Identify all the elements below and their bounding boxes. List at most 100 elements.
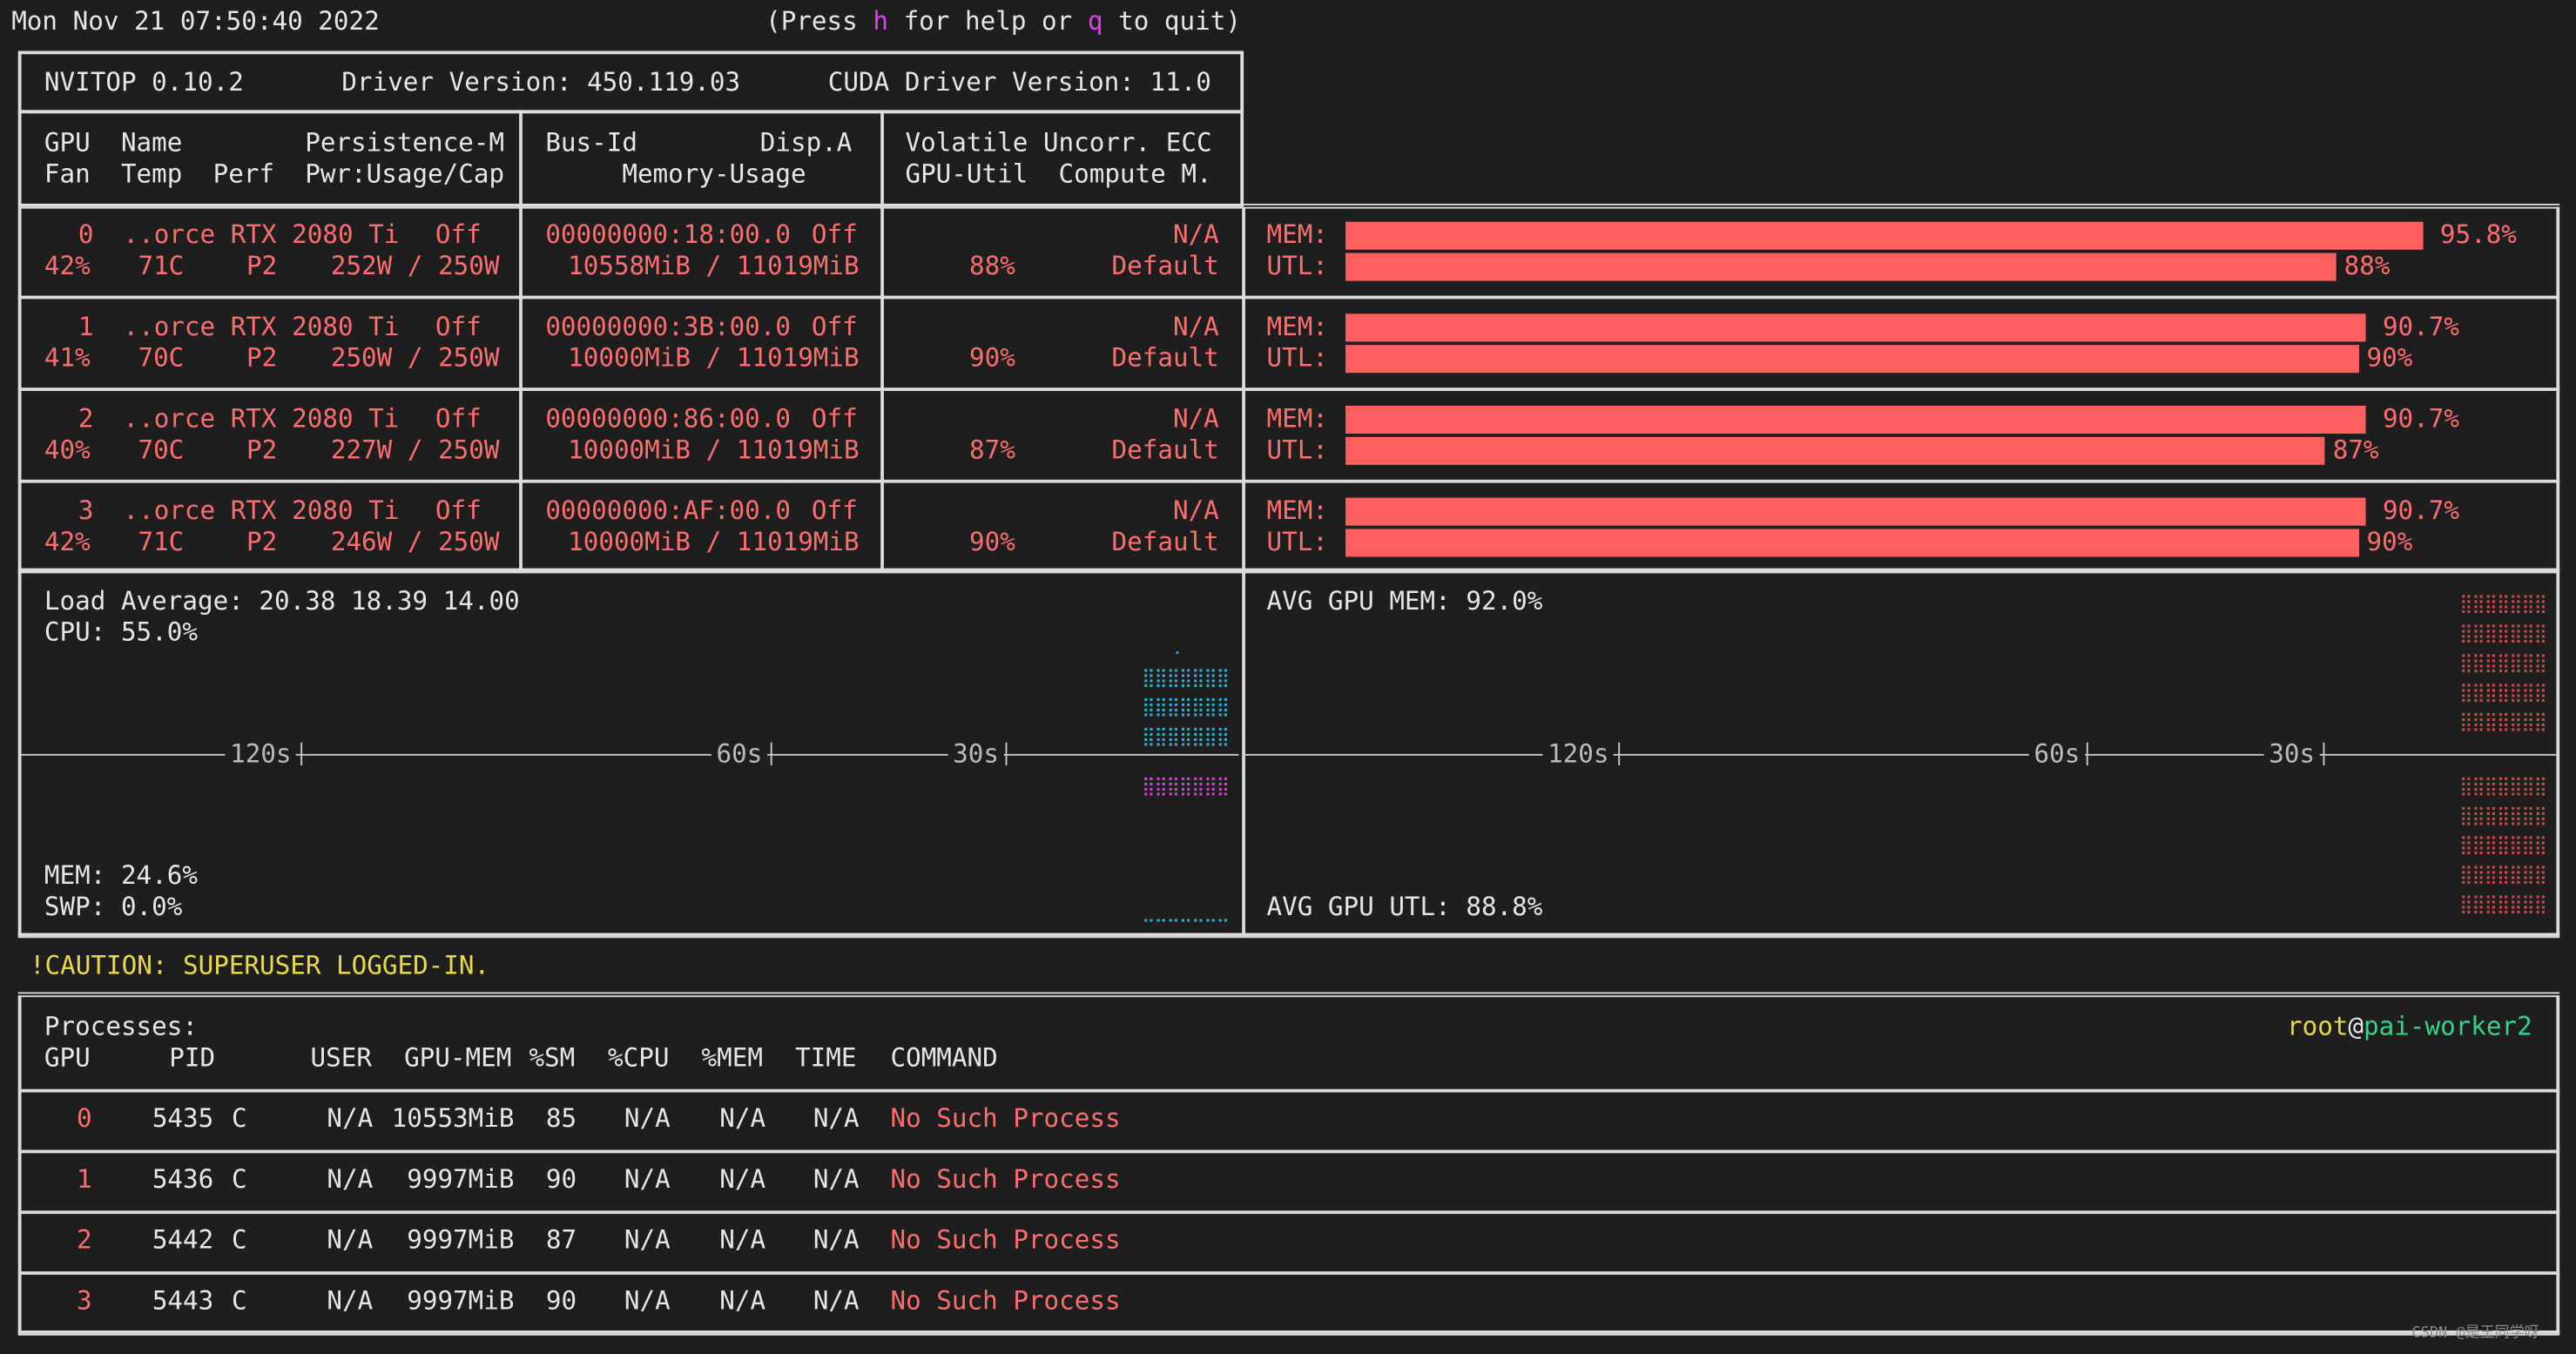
display-active: Off — [811, 404, 858, 434]
col1-header-r1: GPU Name Persistence-M — [44, 128, 505, 158]
utl-bar-label: UTL: — [1266, 434, 1328, 465]
proc-sm: 85 — [545, 1103, 577, 1134]
proc-type: C — [231, 1225, 247, 1256]
proc-mem: N/A — [719, 1164, 766, 1195]
fan-speed: 40% — [44, 434, 91, 465]
proc-gpu-mem: 9997MiB — [407, 1286, 515, 1317]
gpu-name: ..orce RTX 2080 Ti — [123, 312, 400, 342]
gpu-axis-120s: 120s — [1542, 738, 1615, 771]
driver-version: Driver Version: 450.119.03 — [341, 67, 741, 98]
avg-gpu-utl: AVG GPU UTL: 88.8% — [1266, 892, 1543, 922]
power-usage: 252W / 250W — [330, 251, 500, 281]
col3-header-r2: GPU-Util Compute M. — [905, 158, 1212, 189]
gpu-utl-percent: 88% — [2343, 251, 2391, 281]
nvitop-version: NVITOP 0.10.2 — [44, 67, 244, 98]
proc-gpu-mem: 9997MiB — [407, 1164, 515, 1195]
gpu-utl-percent: 90% — [2366, 527, 2413, 557]
bus-id: 00000000:86:00.0 — [545, 404, 791, 434]
proc-time: N/A — [813, 1103, 860, 1134]
gpu-mem-bar — [1345, 313, 2367, 342]
ecc-errors: N/A — [1172, 495, 1219, 526]
host-axis-120s: 120s — [225, 738, 297, 771]
proc-command: No Such Process — [890, 1103, 1121, 1134]
gpu-mem-bar — [1345, 405, 2367, 434]
proc-cpu: N/A — [624, 1103, 671, 1134]
hostname: pai-worker2 — [2364, 1012, 2532, 1042]
datetime: Mon Nov 21 07:50:40 2022 — [11, 6, 380, 37]
proc-user: N/A — [327, 1103, 374, 1134]
mem-bar-label: MEM: — [1266, 219, 1328, 250]
col-time[interactable]: TIME — [795, 1043, 856, 1074]
col-gpu[interactable]: GPU — [44, 1043, 91, 1074]
fan-speed: 42% — [44, 527, 91, 557]
bus-id: 00000000:3B:00.0 — [545, 312, 791, 342]
proc-gpu: 2 — [77, 1225, 92, 1256]
gpu-util: 88% — [969, 251, 1015, 281]
persistence-mode: Off — [435, 404, 482, 434]
bus-id: 00000000:18:00.0 — [545, 219, 791, 250]
help-key-h[interactable]: h — [873, 7, 888, 37]
gpu-util: 90% — [969, 527, 1015, 557]
host-axis-60s: 60s — [711, 738, 767, 771]
username: root — [2287, 1012, 2349, 1042]
proc-command: No Such Process — [890, 1225, 1121, 1256]
col-cpu[interactable]: %CPU — [608, 1043, 669, 1074]
proc-user: N/A — [327, 1164, 374, 1195]
gpu-axis-30s: 30s — [2263, 738, 2320, 771]
col-sm[interactable]: %SM — [529, 1043, 575, 1074]
col2-header-r1: Bus-Id Disp.A — [545, 128, 853, 158]
memory-usage: 10558MiB / 11019MiB — [568, 251, 860, 281]
mem-history-graph: ⣿⣿⣿⣿⣿⣿⣿ — [1142, 775, 1230, 797]
cpu-percent: CPU: 55.0% — [44, 617, 198, 648]
proc-command: No Such Process — [890, 1286, 1121, 1317]
nvitop-terminal: Mon Nov 21 07:50:40 2022 (Press h for he… — [0, 0, 2576, 1353]
compute-mode: Default — [1111, 434, 1219, 465]
power-usage: 246W / 250W — [330, 527, 500, 557]
compute-mode: Default — [1111, 527, 1219, 557]
temperature: 70C — [138, 434, 185, 465]
proc-cpu: N/A — [624, 1164, 671, 1195]
utl-bar-label: UTL: — [1266, 343, 1328, 374]
proc-cpu: N/A — [624, 1225, 671, 1256]
cuda-version: CUDA Driver Version: 11.0 — [827, 67, 1211, 98]
proc-type: C — [231, 1164, 247, 1195]
col-user[interactable]: USER — [311, 1043, 372, 1074]
col1-header-r2: Fan Temp Perf Pwr:Usage/Cap — [44, 158, 505, 189]
persistence-mode: Off — [435, 495, 482, 526]
proc-sm: 90 — [545, 1164, 577, 1195]
gpu-util: 87% — [969, 434, 1015, 465]
swap-history-graph: ⣀⣀⣀⣀⣀⣀⣀ — [1142, 901, 1230, 924]
superuser-caution: !CAUTION: SUPERUSER LOGGED-IN. — [29, 951, 490, 981]
persistence-mode: Off — [435, 219, 482, 250]
gpu-index: 1 — [78, 312, 94, 342]
help-mid: for help or — [887, 6, 1088, 37]
processes-title: Processes: — [44, 1012, 198, 1042]
memory-usage: 10000MiB / 11019MiB — [568, 343, 860, 374]
gpu-utl-bar — [1345, 253, 2337, 281]
host-axis-30s: 30s — [947, 738, 1004, 771]
quit-key-q[interactable]: q — [1088, 7, 1103, 37]
col-mem[interactable]: %MEM — [702, 1043, 763, 1074]
col-pid[interactable]: PID — [169, 1043, 215, 1074]
bus-id: 00000000:AF:00.0 — [545, 495, 791, 526]
gpu-index: 0 — [78, 219, 94, 250]
proc-gpu: 1 — [77, 1164, 92, 1195]
memory-usage: 10000MiB / 11019MiB — [568, 527, 860, 557]
host-time-axis — [21, 753, 1239, 756]
perf-state: P2 — [246, 527, 278, 557]
proc-pid: 5436 — [152, 1164, 214, 1195]
perf-state: P2 — [246, 343, 278, 374]
help-suffix: to quit) — [1103, 6, 1241, 37]
at-sign: @ — [2348, 1012, 2364, 1042]
gpu-axis-60s: 60s — [2028, 738, 2085, 771]
temperature: 70C — [138, 343, 185, 374]
memory-usage: 10000MiB / 11019MiB — [568, 434, 860, 465]
gpu-name: ..orce RTX 2080 Ti — [123, 404, 400, 434]
host-mem-percent: MEM: 24.6% — [44, 860, 198, 891]
col-gpu-mem[interactable]: GPU-MEM — [404, 1043, 511, 1074]
col-command[interactable]: COMMAND — [890, 1043, 997, 1074]
gpu-time-axis — [1244, 753, 2557, 756]
swap-percent: SWP: 0.0% — [44, 892, 183, 922]
gpu-name: ..orce RTX 2080 Ti — [123, 219, 400, 250]
col3-header-r1: Volatile Uncorr. ECC — [905, 128, 1212, 158]
